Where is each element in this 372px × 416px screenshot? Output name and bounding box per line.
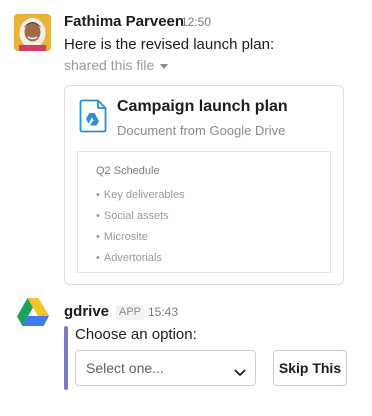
- caret-down-icon: [160, 63, 169, 69]
- list-item: Key deliverables: [96, 185, 185, 206]
- file-source: Document from Google Drive: [117, 123, 286, 138]
- file-card[interactable]: Campaign launch plan Document from Googl…: [64, 85, 344, 285]
- google-drive-icon[interactable]: [16, 297, 50, 327]
- attachment-accent-bar: [64, 326, 68, 390]
- file-title[interactable]: Campaign launch plan: [117, 98, 288, 116]
- shared-file-label: shared this file: [64, 57, 155, 73]
- shared-file-toggle[interactable]: shared this file: [64, 57, 169, 73]
- preview-list: Key deliverables Social assets Microsite…: [96, 185, 185, 269]
- message-timestamp[interactable]: 12:50: [181, 15, 211, 29]
- list-item: Social assets: [96, 206, 185, 227]
- chevron-down-icon: [234, 364, 246, 382]
- bot-name[interactable]: gdrive: [64, 303, 109, 320]
- skip-this-button[interactable]: Skip This: [273, 350, 347, 386]
- message-timestamp[interactable]: 15:43: [148, 305, 178, 319]
- message-author[interactable]: Fathima Parveen: [64, 13, 184, 30]
- option-select[interactable]: Select one...: [75, 350, 256, 386]
- user-avatar[interactable]: [14, 14, 51, 51]
- select-value: Select one...: [86, 360, 164, 376]
- message-text: Here is the revised launch plan:: [64, 36, 275, 53]
- attachment-prompt: Choose an option:: [75, 326, 197, 343]
- preview-heading: Q2 Schedule: [96, 165, 160, 177]
- file-preview[interactable]: Q2 Schedule Key deliverables Social asse…: [77, 151, 331, 273]
- list-item: Advertorials: [96, 248, 185, 269]
- app-badge: APP: [116, 305, 145, 320]
- list-item: Microsite: [96, 227, 185, 248]
- google-docs-icon: [79, 99, 107, 138]
